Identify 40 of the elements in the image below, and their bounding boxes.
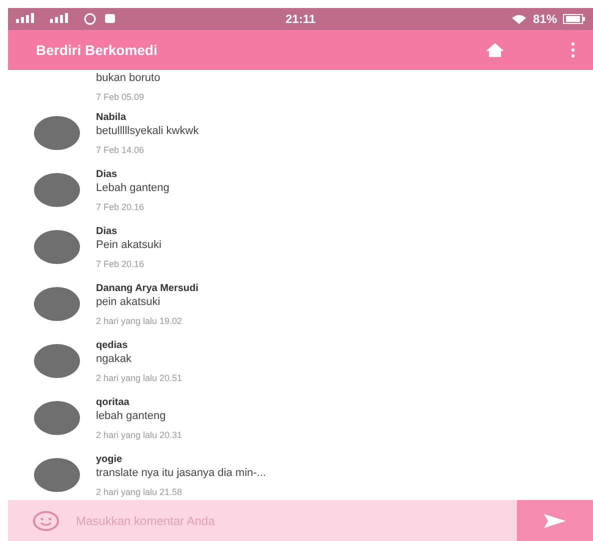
comment-text: lebah ganteng — [96, 410, 167, 422]
send-button[interactable] — [517, 500, 593, 541]
comment-text: Lebah ganteng — [96, 182, 170, 194]
send-icon — [543, 512, 567, 528]
commenter-name: qoritaa — [96, 397, 130, 408]
more-options-icon[interactable] — [571, 42, 575, 58]
comment-text: bukan boruto — [96, 72, 160, 84]
commenter-name: Danang Arya Mersudi — [96, 283, 198, 294]
comment-text: Pein akatsuki — [96, 239, 162, 251]
comment-text: pein akatsuki — [96, 296, 162, 308]
avatar-placeholder — [34, 173, 80, 207]
smiley-icon[interactable] — [32, 510, 60, 532]
avatar-placeholder — [34, 116, 80, 150]
comment-time: 7 Feb 14.06 — [96, 145, 146, 155]
commenter-name: qedias — [96, 340, 129, 351]
commenter-name: yogie — [96, 454, 124, 465]
comment-text: betulllllsyekali kwkwk — [96, 125, 199, 137]
battery-percent: 81% — [532, 12, 558, 26]
home-icon[interactable] — [485, 42, 505, 58]
avatar-placeholder — [34, 458, 80, 492]
comment-time: 7 Feb 05.09 — [96, 92, 146, 102]
comment-time: 2 hari yang lalu 21.58 — [96, 487, 184, 497]
avatar-placeholder — [34, 287, 80, 321]
comment-text: ngakak — [96, 353, 132, 365]
commenter-name: Dias — [96, 169, 118, 180]
comment-time: 2 hari yang lalu 20.31 — [96, 430, 182, 440]
comment-time: 7 Feb 20.16 — [96, 202, 146, 212]
avatar-placeholder — [34, 344, 80, 378]
comment-time: 2 hari yang lalu 19.02 — [96, 316, 184, 326]
battery-icon — [563, 14, 586, 24]
comment-time: 2 hari yang lalu 20.51 — [96, 373, 182, 383]
avatar-placeholder — [34, 401, 80, 435]
app-title: Berdiri Berkomedi — [36, 42, 158, 58]
comment-text: translate nya itu jasanya dia min-... — [96, 467, 266, 479]
comment-time: 7 Feb 20.16 — [96, 259, 146, 269]
commenter-name: Dias — [96, 226, 118, 237]
clock-time: 21:11 — [284, 12, 317, 26]
avatar-placeholder — [34, 230, 80, 264]
wifi-icon — [510, 14, 527, 24]
commenter-name: Nabila — [96, 112, 128, 123]
